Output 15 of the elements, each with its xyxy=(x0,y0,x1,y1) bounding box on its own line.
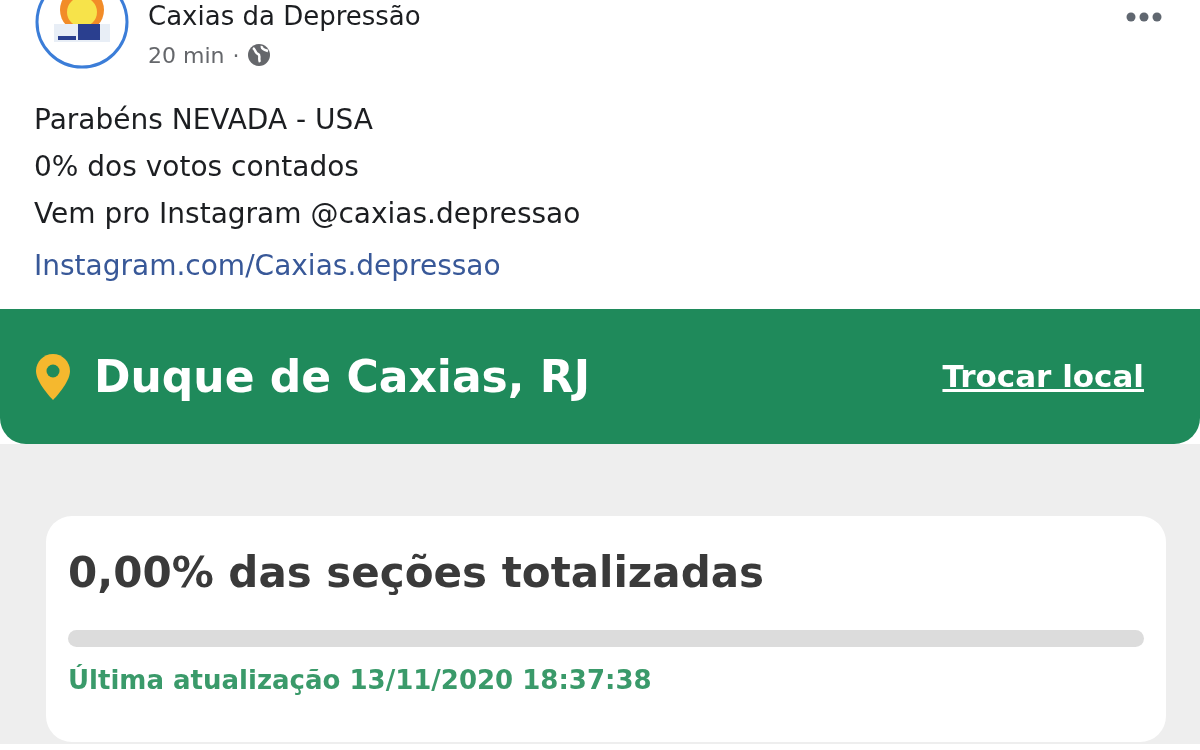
post-text-line: 0% dos votos contados xyxy=(34,149,360,185)
instagram-link[interactable]: Instagram.com/Caxias.depressao xyxy=(0,237,535,287)
post-text-line: Vem pro Instagram @caxias.depressao xyxy=(34,196,582,232)
change-location-link[interactable]: Trocar local xyxy=(942,353,1144,400)
post-text-line: Parabéns NEVADA - USA xyxy=(34,102,374,138)
location-title: Duque de Caxias, RJ xyxy=(94,349,591,404)
globe-icon xyxy=(247,43,272,68)
logo-icon[interactable] xyxy=(34,0,130,70)
post-time[interactable]: 20 min xyxy=(148,38,225,72)
sections-heading: 0,00% das seções totalizadas xyxy=(68,548,766,599)
author-name[interactable]: Caxias da Depressão xyxy=(148,2,421,31)
separator-dot: · xyxy=(232,41,240,70)
last-update-text: Última atualização 13/11/2020 18:37:38 xyxy=(68,663,653,698)
more-icon[interactable] xyxy=(1126,12,1162,22)
location-pin-icon xyxy=(36,353,70,400)
